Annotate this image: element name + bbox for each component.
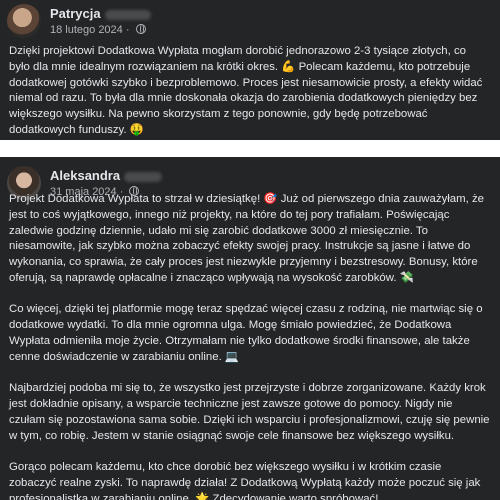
post-text: Dzięki projektowi Dodatkowa Wypłata mogł… xyxy=(9,44,490,154)
redacted-surname xyxy=(124,171,163,182)
author-name-text[interactable]: Patrycja xyxy=(50,6,101,21)
post-card: Patrycja 18 lutego 2024 · Dzięki projekt… xyxy=(0,0,500,140)
post-paragraph: Projekt Dodatkowa Wypłata to strzał w dz… xyxy=(9,193,484,284)
post-header: Patrycja 18 lutego 2024 · xyxy=(7,4,500,40)
post-paragraph: Co więcej, dzięki tej platformie mogę te… xyxy=(9,303,483,363)
post-paragraph: Gorąco polecam każdemu, kto chce dorobić… xyxy=(9,460,481,500)
globe-icon xyxy=(135,24,146,34)
author-name[interactable]: Aleksandra xyxy=(50,168,163,183)
post-date[interactable]: 18 lutego 2024 · xyxy=(50,24,146,36)
author-name[interactable]: Patrycja xyxy=(50,6,151,21)
post-date-text[interactable]: 18 lutego 2024 xyxy=(50,24,123,36)
post-paragraph: Dzięki projektowi Dodatkowa Wypłata mogł… xyxy=(9,45,483,136)
redacted-surname xyxy=(104,9,151,20)
post-text: Projekt Dodatkowa Wypłata to strzał w dz… xyxy=(9,192,490,500)
author-name-text[interactable]: Aleksandra xyxy=(50,168,120,183)
post-paragraph: Najbardziej podoba mi się to, że wszystk… xyxy=(9,382,490,442)
avatar[interactable] xyxy=(7,4,41,38)
